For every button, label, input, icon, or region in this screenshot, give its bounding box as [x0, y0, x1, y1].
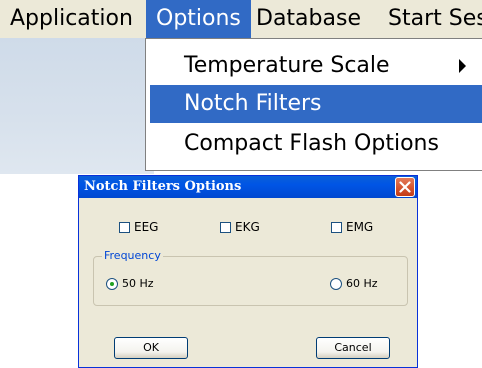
menu-item-notch-filters[interactable]: Notch Filters: [150, 85, 482, 123]
checkbox-label: EKG: [235, 220, 260, 234]
menu-bar: Application Options Database Start Ses: [0, 0, 482, 38]
menu-item-temperature-scale[interactable]: Temperature Scale: [150, 47, 482, 85]
dialog-title-bar[interactable]: Notch Filters Options: [79, 176, 417, 198]
submenu-arrow-icon: [459, 59, 466, 73]
frequency-legend: Frequency: [102, 249, 163, 263]
close-icon: [399, 181, 411, 193]
radio-label: 50 Hz: [122, 277, 154, 290]
radio-circle[interactable]: [106, 278, 118, 290]
checkbox-box[interactable]: [119, 222, 130, 233]
radio-circle[interactable]: [330, 278, 342, 290]
options-dropdown-menu: Temperature Scale Notch Filters Compact …: [145, 38, 482, 171]
checkbox-label: EMG: [346, 220, 374, 234]
menu-application[interactable]: Application: [0, 0, 143, 38]
menu-database[interactable]: Database: [246, 0, 371, 38]
radio-label: 60 Hz: [346, 277, 378, 290]
menu-options[interactable]: Options: [146, 0, 251, 38]
menu-item-compact-flash-options[interactable]: Compact Flash Options: [150, 125, 482, 163]
menu-item-label: Compact Flash Options: [184, 131, 439, 156]
checkbox-box[interactable]: [220, 222, 231, 233]
cancel-button[interactable]: Cancel: [316, 337, 390, 359]
ok-button[interactable]: OK: [114, 337, 188, 359]
checkbox-box[interactable]: [331, 222, 342, 233]
menu-item-label: Notch Filters: [184, 91, 322, 116]
radio-selected-dot: [110, 282, 114, 286]
checkbox-label: EEG: [134, 220, 159, 234]
dialog-title: Notch Filters Options: [84, 179, 242, 194]
menu-item-label: Temperature Scale: [184, 53, 390, 78]
notch-filters-dialog: Notch Filters Options EEG EKG EMG Freque…: [78, 175, 418, 368]
close-button[interactable]: [395, 177, 415, 197]
window-background: [0, 38, 154, 174]
menu-start-session[interactable]: Start Ses: [378, 0, 482, 38]
